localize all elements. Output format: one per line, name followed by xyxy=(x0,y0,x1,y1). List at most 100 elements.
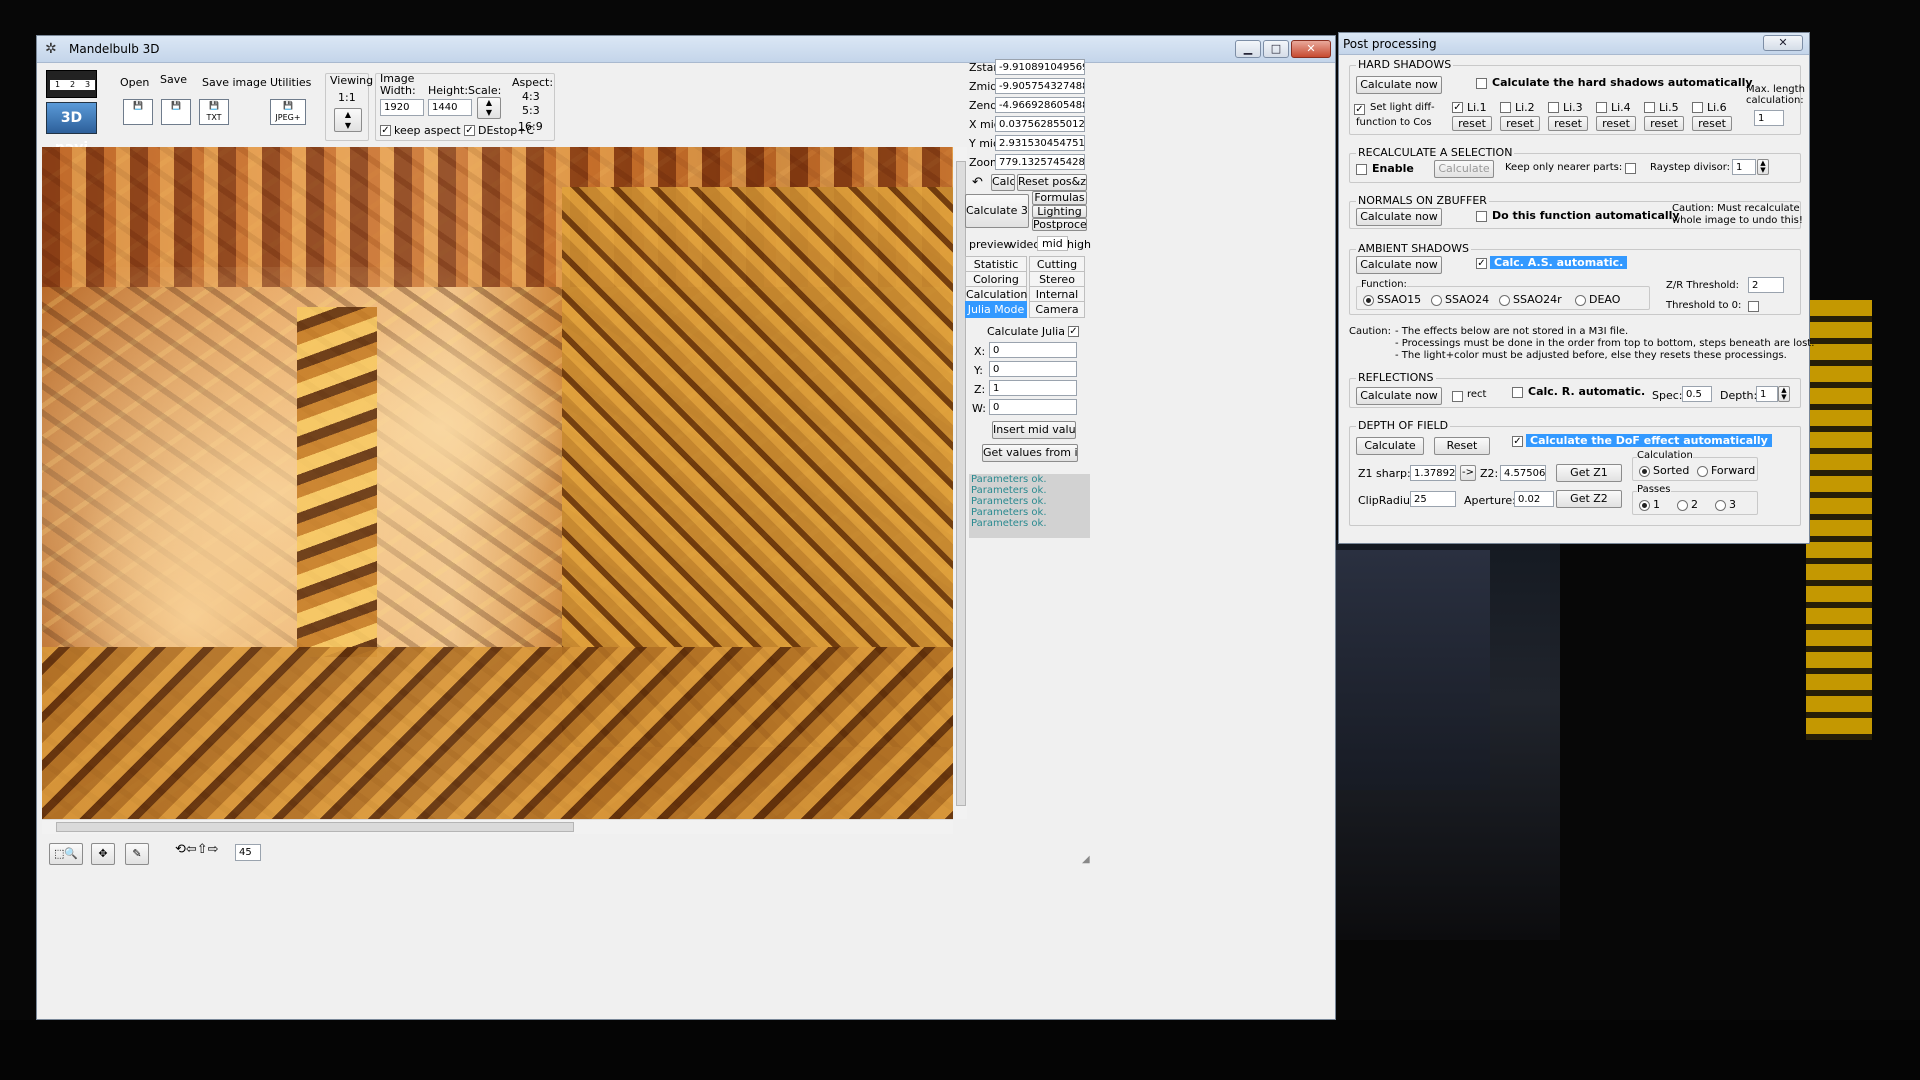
maximize-button[interactable]: □ xyxy=(1263,40,1289,58)
z1-input[interactable]: 1.37892 xyxy=(1410,465,1456,481)
get-z2-button[interactable]: Get Z2 xyxy=(1556,490,1622,508)
tab-camera[interactable]: Camera xyxy=(1029,301,1085,318)
xmid-input[interactable]: 0.0375628550123653 xyxy=(995,116,1085,132)
hscroll-thumb[interactable] xyxy=(56,822,574,832)
light-6-reset-button[interactable]: reset xyxy=(1692,116,1732,131)
quality-high[interactable]: high xyxy=(1067,238,1091,251)
dof-reset-button[interactable]: Reset xyxy=(1434,437,1490,455)
get-values-from-image-button[interactable]: Get values from image xyxy=(982,444,1078,462)
zr-threshold-input[interactable]: 2 xyxy=(1748,277,1784,293)
ambient-auto-checkbox[interactable]: ✓ xyxy=(1476,258,1487,269)
light-5-reset-button[interactable]: reset xyxy=(1644,116,1684,131)
quality-preview[interactable]: preview xyxy=(969,238,1012,251)
rect-checkbox[interactable] xyxy=(1452,391,1463,402)
zmid-input[interactable]: -9.90575432748813 xyxy=(995,78,1085,94)
calculate-julia-checkbox[interactable]: ✓ xyxy=(1068,326,1079,337)
zend-input[interactable]: -4.9669286054888 xyxy=(995,97,1085,113)
ssao24-radio[interactable] xyxy=(1431,295,1442,306)
max-length-input[interactable]: 1 xyxy=(1754,110,1784,126)
depth-input[interactable]: 1 xyxy=(1756,386,1778,402)
image-horizontal-scrollbar[interactable] xyxy=(42,819,953,834)
raystep-input[interactable]: 1 xyxy=(1732,159,1756,175)
set-light-checkbox[interactable]: ✓ xyxy=(1354,104,1365,115)
filmstrip-icon[interactable]: 1 2 3 xyxy=(46,70,97,98)
postprocess-button[interactable]: Postprocess xyxy=(1032,218,1087,231)
spec-input[interactable]: 0.5 xyxy=(1682,386,1712,402)
menu-save[interactable]: Save xyxy=(160,73,187,86)
menu-open[interactable]: Open xyxy=(120,76,149,89)
calc-button[interactable]: Calc. xyxy=(991,174,1015,191)
save-txt-icon[interactable]: 💾 TXT xyxy=(199,99,229,125)
save-jpeg-icon[interactable]: 💾 JPEG+ xyxy=(270,99,306,125)
z1-to-z2-button[interactable]: -> xyxy=(1460,465,1476,481)
keep-nearer-checkbox[interactable] xyxy=(1625,163,1636,174)
menu-utilities[interactable]: Utilities xyxy=(270,76,311,89)
light-4-checkbox[interactable] xyxy=(1596,102,1607,113)
z2-input[interactable]: 4.57506 xyxy=(1500,465,1546,481)
threshold0-checkbox[interactable] xyxy=(1748,301,1759,312)
quality-mid[interactable]: mid xyxy=(1037,236,1068,251)
keep-aspect-checkbox[interactable]: ✓ xyxy=(380,125,391,136)
aspect-5-3[interactable]: 5:3 xyxy=(522,104,540,117)
calculate-3d-button[interactable]: Calculate 3D xyxy=(965,194,1029,228)
menu-save-image[interactable]: Save image xyxy=(202,76,267,89)
depth-spin[interactable]: ▲ ▼ xyxy=(1778,386,1790,402)
post-titlebar[interactable]: Post processing ✕ xyxy=(1339,33,1809,55)
viewing-spin[interactable]: ▲ ▼ xyxy=(334,108,362,132)
zoom-input[interactable]: 779.132574542892 xyxy=(995,154,1085,170)
step-input[interactable]: 45 xyxy=(235,844,261,861)
formulas-button[interactable]: Formulas xyxy=(1032,191,1087,205)
edit-tool[interactable]: ✎ xyxy=(125,843,149,865)
clipradius-input[interactable]: 25 xyxy=(1410,491,1456,507)
julia-z-input[interactable]: 1 xyxy=(989,380,1077,396)
scale-spin[interactable]: ▲ ▼ xyxy=(477,97,501,119)
main-titlebar[interactable]: ✲ Mandelbulb 3D ▁ □ ✕ xyxy=(37,36,1335,63)
quality-video[interactable]: video xyxy=(1010,238,1040,251)
light-3-reset-button[interactable]: reset xyxy=(1548,116,1588,131)
light-2-checkbox[interactable] xyxy=(1500,102,1511,113)
move-tool[interactable]: ✥ xyxy=(91,843,115,865)
dof-auto-checkbox[interactable]: ✓ xyxy=(1512,436,1523,447)
ambient-calc-now-button[interactable]: Calculate now xyxy=(1356,256,1442,274)
zstart-input[interactable]: -9.91089104956954 xyxy=(995,59,1085,75)
reflections-calc-now-button[interactable]: Calculate now xyxy=(1356,387,1442,405)
zoom-select-tool[interactable]: ⬚🔍 xyxy=(49,843,83,865)
get-z1-button[interactable]: Get Z1 xyxy=(1556,464,1622,482)
lighting-button[interactable]: Lighting xyxy=(1032,205,1087,218)
julia-y-input[interactable]: 0 xyxy=(989,361,1077,377)
recalc-enable-checkbox[interactable] xyxy=(1356,164,1367,175)
aspect-16-9[interactable]: 16:9 xyxy=(518,120,543,133)
aspect-4-3[interactable]: 4:3 xyxy=(522,90,540,103)
ssao15-radio[interactable] xyxy=(1363,295,1374,306)
aperture-input[interactable]: 0.02 xyxy=(1514,491,1554,507)
dof-calculate-button[interactable]: Calculate xyxy=(1356,437,1424,455)
normals-auto-checkbox[interactable] xyxy=(1476,211,1487,222)
pass-2-radio[interactable] xyxy=(1677,500,1688,511)
light-6-checkbox[interactable] xyxy=(1692,102,1703,113)
julia-x-input[interactable]: 0 xyxy=(989,342,1077,358)
forward-radio[interactable] xyxy=(1697,466,1708,477)
image-vertical-scrollbar[interactable] xyxy=(955,147,967,819)
hard-shadows-calc-now-button[interactable]: Calculate now xyxy=(1356,76,1442,94)
light-4-reset-button[interactable]: reset xyxy=(1596,116,1636,131)
recalc-calculate-button[interactable]: Calculate xyxy=(1434,160,1494,178)
undo-icon[interactable]: ↶ xyxy=(972,175,983,190)
save-m3p-icon[interactable]: 💾 xyxy=(123,99,153,125)
normals-calc-now-button[interactable]: Calculate now xyxy=(1356,208,1442,226)
light-1-reset-button[interactable]: reset xyxy=(1452,116,1492,131)
tab-julia-mode[interactable]: Julia Mode xyxy=(965,301,1027,318)
minimize-button[interactable]: ▁ xyxy=(1235,40,1261,58)
resize-grip[interactable]: ◢ xyxy=(1082,854,1090,865)
height-input[interactable]: 1440 xyxy=(428,99,472,116)
light-2-reset-button[interactable]: reset xyxy=(1500,116,1540,131)
destop-checkbox[interactable]: ✓ xyxy=(464,125,475,136)
raystep-spin[interactable]: ▲ ▼ xyxy=(1757,159,1769,175)
post-close-button[interactable]: ✕ xyxy=(1763,35,1803,51)
close-button[interactable]: ✕ xyxy=(1291,40,1331,58)
ymid-input[interactable]: 2.93153045475152 xyxy=(995,135,1085,151)
insert-mid-values-button[interactable]: Insert mid values xyxy=(992,421,1076,439)
save-m3i-icon[interactable]: 💾 xyxy=(161,99,191,125)
reflections-auto-checkbox[interactable] xyxy=(1512,387,1523,398)
ssao24r-radio[interactable] xyxy=(1499,295,1510,306)
sorted-radio[interactable] xyxy=(1639,466,1650,477)
